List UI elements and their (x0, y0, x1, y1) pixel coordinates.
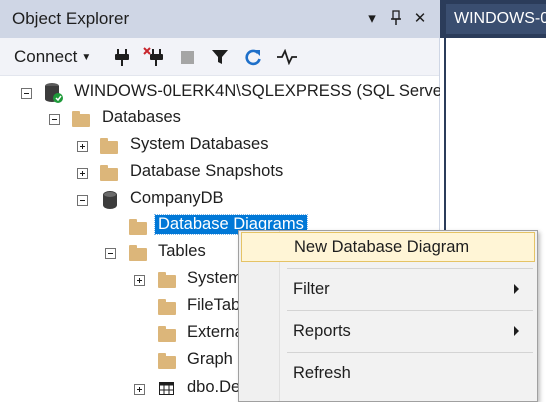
system-tables-label: System (187, 269, 243, 287)
folder-icon (100, 138, 118, 154)
tree-node-databases[interactable]: Databases (0, 106, 439, 132)
menu-item-label: New Database Diagram (294, 237, 470, 256)
window-position-dropdown-icon[interactable]: ▾ (362, 8, 382, 28)
filetables-label: FileTab (187, 296, 241, 314)
menu-item-label: Filter (293, 279, 330, 298)
folder-icon (100, 165, 118, 181)
disconnect-icon[interactable] (143, 46, 165, 68)
databases-label: Databases (102, 108, 181, 126)
tree-node-database-snapshots[interactable]: Database Snapshots (0, 160, 439, 186)
connect-label: Connect (14, 47, 78, 66)
menu-item-new-database-diagram[interactable]: New Database Diagram (241, 232, 535, 262)
tree-node-system-databases[interactable]: System Databases (0, 133, 439, 159)
chevron-down-icon: ▼ (81, 51, 92, 63)
tree-node-companydb[interactable]: CompanyDB (0, 187, 439, 213)
graph-tables-label: Graph (187, 350, 233, 368)
menu-item-label: Refresh (293, 363, 351, 382)
menu-separator (287, 268, 533, 269)
folder-icon (158, 272, 176, 288)
expand-icon[interactable] (77, 168, 88, 179)
menu-item-refresh[interactable]: Refresh (241, 358, 535, 388)
collapse-icon[interactable] (105, 248, 116, 259)
companydb-label: CompanyDB (130, 189, 224, 207)
object-explorer-toolbar: Connect ▼ (0, 38, 439, 76)
submenu-arrow-icon (514, 326, 519, 336)
document-tab[interactable]: WINDOWS-0LERK4N (446, 4, 546, 34)
menu-item-label: Reports (293, 321, 351, 340)
server-connected-icon (45, 83, 63, 103)
menu-separator (287, 352, 533, 353)
collapse-icon[interactable] (77, 195, 88, 206)
external-tables-label: Externa (187, 323, 244, 341)
table-icon (159, 382, 174, 395)
filter-icon[interactable] (210, 46, 230, 68)
collapse-icon[interactable] (21, 88, 32, 99)
menu-item-filter[interactable]: Filter (241, 274, 535, 304)
connect-button[interactable]: Connect ▼ (14, 46, 91, 68)
folder-icon (72, 111, 90, 127)
context-menu: New Database Diagram Filter Reports Refr… (238, 230, 538, 402)
activity-monitor-icon[interactable] (276, 46, 298, 68)
stop-icon[interactable] (178, 46, 196, 68)
pin-icon[interactable] (386, 8, 406, 28)
menu-separator (287, 310, 533, 311)
menu-item-reports[interactable]: Reports (241, 316, 535, 346)
folder-icon (158, 299, 176, 315)
document-tab-strip: WINDOWS-0LERK4N (440, 0, 546, 38)
submenu-arrow-icon (514, 284, 519, 294)
panel-title: Object Explorer (12, 9, 130, 28)
database-icon (103, 191, 117, 209)
expand-icon[interactable] (134, 384, 145, 395)
close-icon[interactable]: ✕ (410, 8, 430, 28)
tables-label: Tables (158, 242, 206, 260)
database-snapshots-label: Database Snapshots (130, 162, 284, 180)
collapse-icon[interactable] (49, 114, 60, 125)
expand-icon[interactable] (134, 275, 145, 286)
folder-icon (129, 219, 147, 235)
folder-icon (129, 245, 147, 261)
server-label: WINDOWS-0LERK4N\SQLEXPRESS (SQL Server (74, 82, 448, 100)
connect-object-explorer-icon[interactable] (112, 46, 132, 68)
expand-icon[interactable] (77, 141, 88, 152)
system-databases-label: System Databases (130, 135, 269, 153)
refresh-icon[interactable] (242, 46, 264, 68)
tree-node-server[interactable]: WINDOWS-0LERK4N\SQLEXPRESS (SQL Server (0, 80, 447, 106)
folder-icon (158, 326, 176, 342)
object-explorer-title-bar: Object Explorer ▾ ✕ (0, 0, 440, 38)
folder-icon (158, 353, 176, 369)
